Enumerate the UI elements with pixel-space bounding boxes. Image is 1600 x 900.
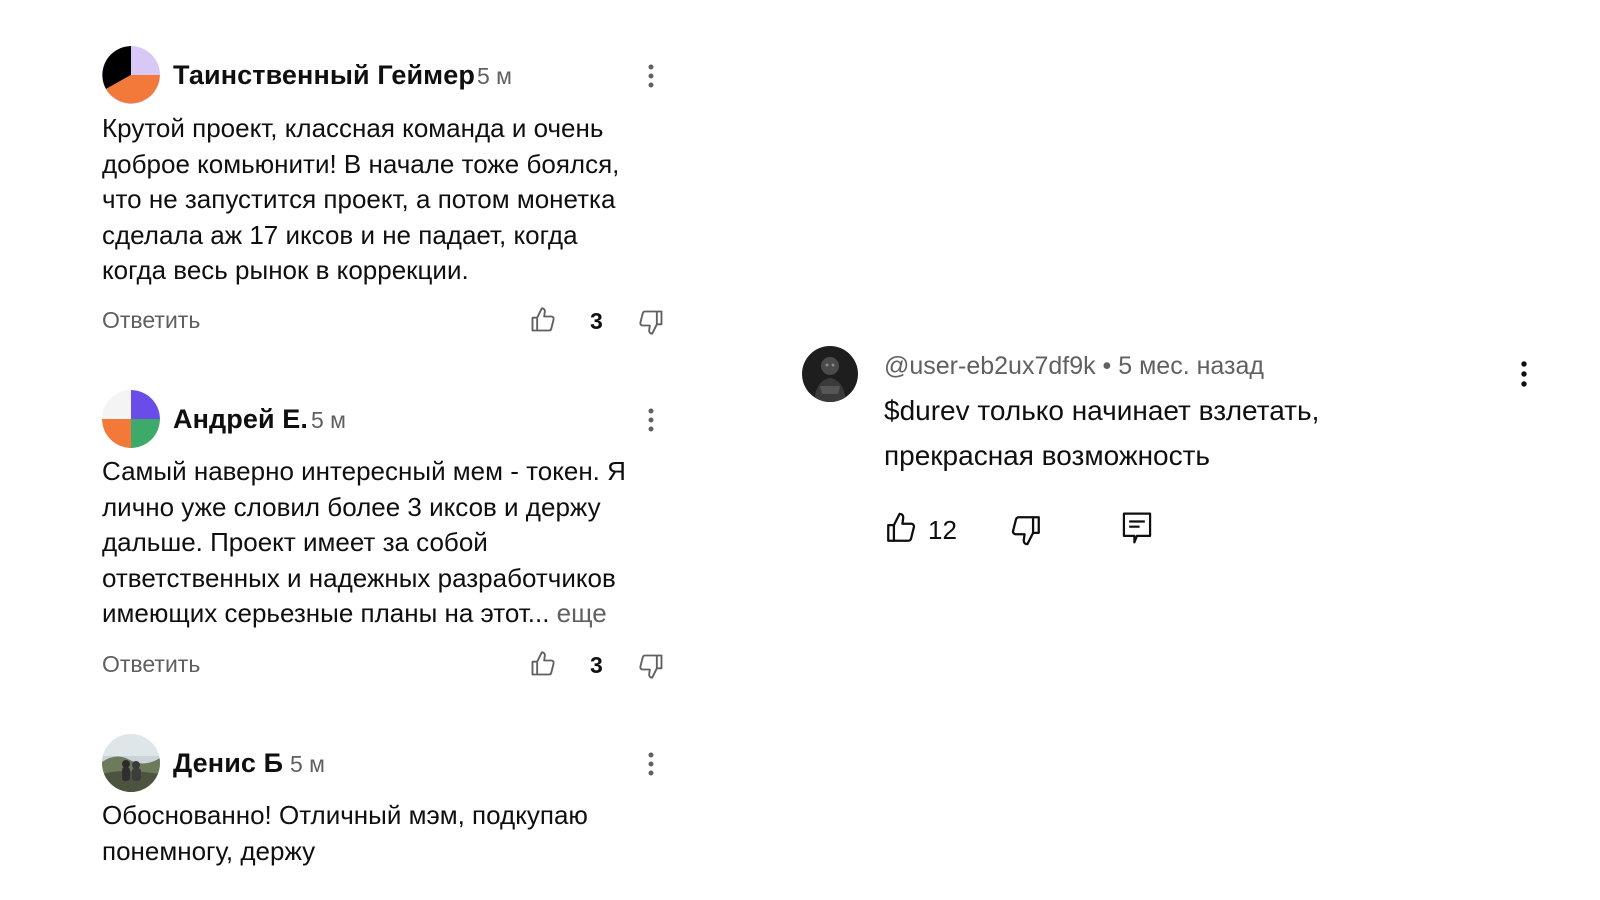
text-line: Обоснованно! Отличный мэм, подкупаю	[102, 800, 588, 830]
avatar[interactable]	[102, 46, 160, 104]
like-count: 12	[928, 515, 957, 545]
reply-comment-icon[interactable]	[1121, 511, 1153, 545]
text-line: понемногу, держу	[102, 835, 316, 866]
like-count: 3	[590, 308, 603, 334]
kebab-icon[interactable]	[641, 749, 661, 779]
comment-time: 5 м	[311, 407, 346, 433]
text-line: ответственных и надежных разработчиков	[102, 562, 616, 593]
avatar[interactable]	[102, 734, 160, 792]
comment-author[interactable]: Денис Б	[173, 748, 283, 779]
thumb-up-icon[interactable]	[529, 650, 557, 678]
comment-text: Самый наверно интересный мем - токен. Я …	[102, 454, 702, 632]
show-more-link[interactable]: еще	[557, 598, 607, 628]
text-line: Самый наверно интересный мем - токен. Я	[102, 456, 626, 486]
thumb-down-icon[interactable]	[637, 652, 665, 680]
text-line: прекрасная возможность	[884, 440, 1211, 471]
kebab-icon[interactable]	[1514, 359, 1534, 389]
avatar[interactable]	[102, 390, 160, 448]
text-line: $durev только начинает взлетать,	[884, 395, 1320, 426]
text-line-content: имеющих серьезные планы на этот...	[102, 598, 550, 628]
comment-author[interactable]: Таинственный Геймер	[173, 60, 475, 91]
text-line: доброе комьюнити! В начале тоже боялся,	[102, 148, 620, 179]
avatar-image	[102, 46, 160, 104]
kebab-icon[interactable]	[641, 61, 661, 91]
avatar-image	[802, 346, 858, 402]
like-count: 3	[590, 652, 603, 678]
reply-button[interactable]: Ответить	[102, 651, 200, 678]
avatar-image	[102, 734, 160, 792]
text-line: лично уже словил более 3 иксов и держу	[102, 491, 601, 522]
thumb-down-icon[interactable]	[1009, 513, 1043, 547]
thumb-up-icon[interactable]	[884, 511, 918, 545]
comment-text: Крутой проект, классная команда и очень …	[102, 111, 702, 289]
comment-time: 5 м	[477, 63, 512, 89]
comment-text: $durev только начинает взлетать, прекрас…	[884, 388, 1504, 478]
thumb-up-icon[interactable]	[529, 306, 557, 334]
text-line: дальше. Проект имеет за собой	[102, 527, 488, 557]
avatar[interactable]	[802, 346, 858, 402]
comment-author-handle[interactable]: @user-eb2ux7df9k • 5 мес. назад	[884, 352, 1264, 381]
text-line: сделала аж 17 иксов и не падает, когда	[102, 219, 578, 250]
text-line: когда весь рынок в коррекции.	[102, 255, 469, 285]
thumb-down-icon[interactable]	[637, 308, 665, 336]
text-line: имеющих серьезные планы на этот... еще	[102, 596, 702, 632]
avatar-image	[102, 390, 160, 448]
comment-author[interactable]: Андрей Е.	[173, 404, 308, 435]
kebab-icon[interactable]	[641, 405, 661, 435]
reply-button[interactable]: Ответить	[102, 307, 200, 334]
text-line: что не запустится проект, а потом монетк…	[102, 184, 616, 214]
comment-text: Обоснованно! Отличный мэм, подкупаю поне…	[102, 798, 702, 869]
text-line: Крутой проект, классная команда и очень	[102, 113, 604, 143]
comment-time: 5 м	[290, 751, 325, 777]
